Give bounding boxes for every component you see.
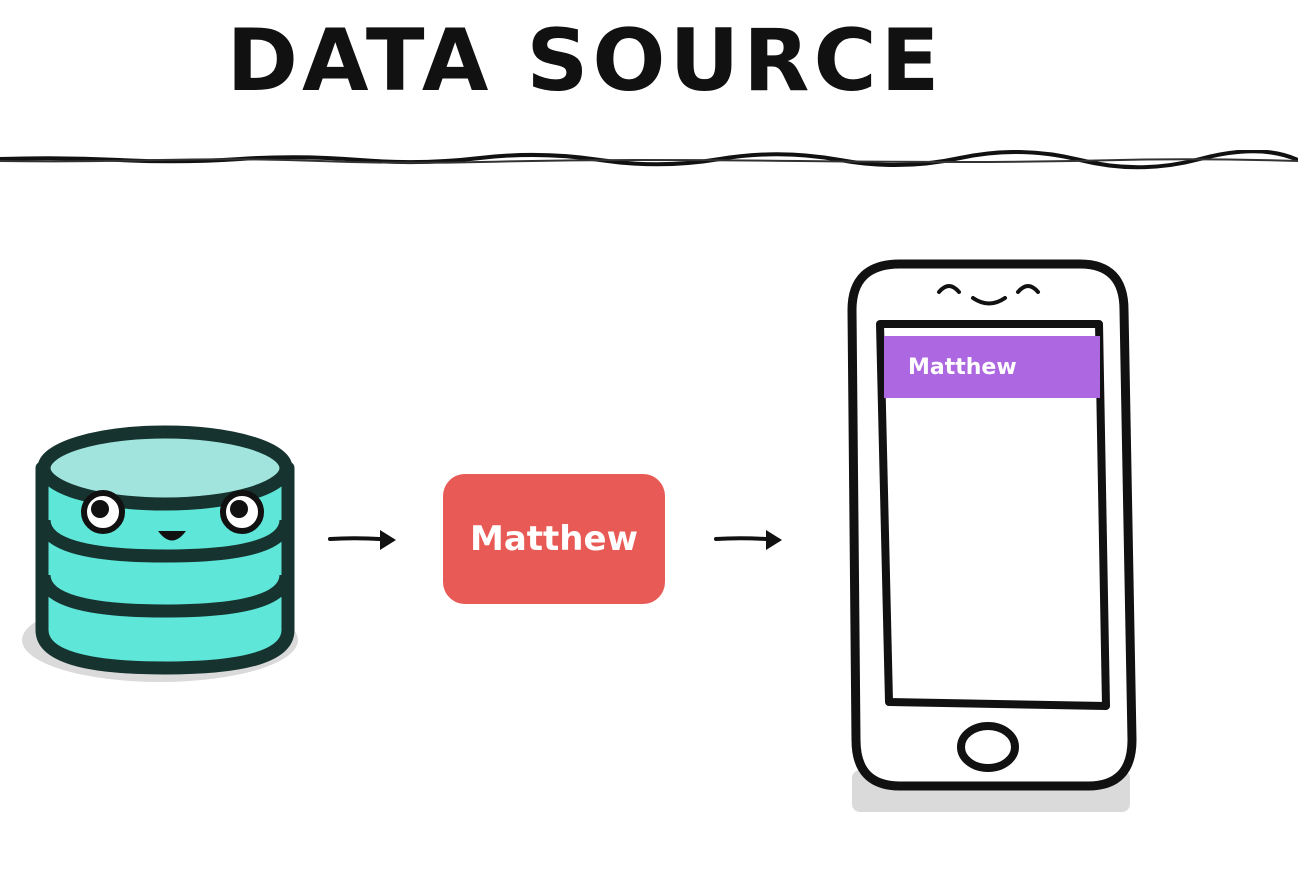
- arrow-right-icon: [714, 530, 782, 550]
- arrow-right-icon: [328, 530, 396, 550]
- data-record-card: Matthew: [443, 474, 665, 604]
- diagram-canvas: [22, 259, 1137, 812]
- phone-list-row[interactable]: Matthew: [884, 336, 1100, 398]
- phone-list-row-label: Matthew: [908, 354, 1017, 380]
- data-record-label: Matthew: [470, 519, 638, 559]
- database-icon: [22, 425, 298, 682]
